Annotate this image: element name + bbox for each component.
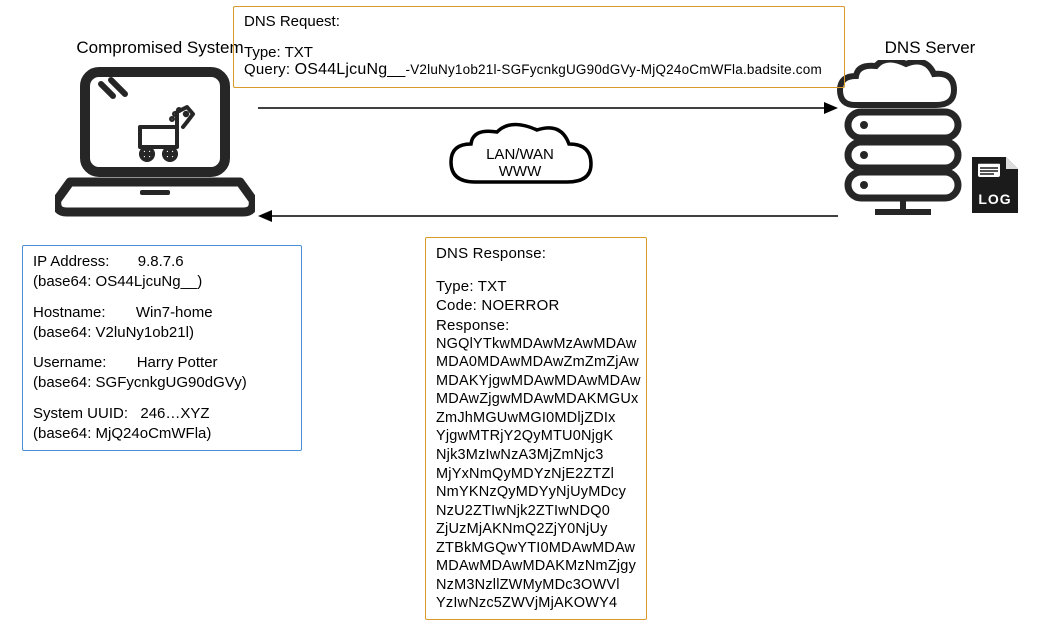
dns-response-code-label: Code: <box>436 297 477 314</box>
host-value: Win7-home <box>136 304 213 321</box>
dns-response-line: MDAKYjgwMDAwMDAwMDAw <box>436 372 636 391</box>
dns-response-line: Njk3MzIwNzA3MjZmNjc3 <box>436 446 636 465</box>
dns-response-type-value: TXT <box>478 278 507 295</box>
user-value: Harry Potter <box>137 354 218 371</box>
dns-request-query-label: Query: <box>244 61 290 78</box>
user-label: Username: <box>33 354 106 371</box>
dns-request-type-value: TXT <box>285 44 313 61</box>
dns-response-box: DNS Response: Type: TXT Code: NOERROR Re… <box>425 237 647 620</box>
host-label: Hostname: <box>33 304 106 321</box>
dns-request-query-line: Query: OS44LjcuNg__-V2luNy1ob21l-SGFycnk… <box>244 61 834 79</box>
dns-response-line: MDA0MDAwMDAwZmZmZjAw <box>436 353 636 372</box>
dns-response-type-line: Type: TXT <box>436 277 636 296</box>
dns-request-type-label: Type: <box>244 44 281 61</box>
dns-request-query-rest: -V2luNy1ob21l-SGFycnkgUG90dGVy-MjQ24oCmW… <box>406 62 822 77</box>
dns-request-box: DNS Request: Type: TXT Query: OS44LjcuNg… <box>233 6 845 88</box>
dns-request-type-line: Type: TXT <box>244 44 834 61</box>
cloud-line2: WWW <box>499 163 541 180</box>
dns-response-line: NmYKNzQyMDYyNjUyMDcy <box>436 483 636 502</box>
cloud-label: LAN/WAN WWW <box>445 146 595 181</box>
response-arrow-icon <box>258 206 838 230</box>
laptop-trojan-icon <box>55 62 255 226</box>
dns-response-line: ZjUzMjAKNmQ2ZjY0NjUy <box>436 520 636 539</box>
dns-request-query-prefix: OS44LjcuNg__ <box>295 61 406 78</box>
log-label: LOG <box>968 191 1022 207</box>
compromised-system-title: Compromised System <box>60 38 260 58</box>
user-b64: (base64: SGFycnkgUG90dGVy) <box>33 373 291 393</box>
dns-server-title: DNS Server <box>850 38 1010 58</box>
dns-response-label: Response: <box>436 316 636 335</box>
uuid-row: System UUID: 246…XYZ <box>33 404 291 424</box>
dns-response-line: MDAwZjgwMDAwMDAKMGUx <box>436 390 636 409</box>
host-row: Hostname: Win7-home <box>33 303 291 323</box>
dns-response-line: ZmJhMGUwMGI0MDljZDIx <box>436 409 636 428</box>
dns-response-line: NGQlYTkwMDAwMzAwMDAw <box>436 335 636 354</box>
host-b64: (base64: V2luNy1ob21l) <box>33 323 291 343</box>
log-file-icon: LOG <box>968 155 1022 219</box>
dns-response-line: NzU2ZTIwNjk2ZTIwNDQ0 <box>436 502 636 521</box>
dns-response-line: ZTBkMGQwYTI0MDAwMDAw <box>436 539 636 558</box>
uuid-b64: (base64: MjQ24oCmWFla) <box>33 424 291 444</box>
ip-value: 9.8.7.6 <box>138 253 184 270</box>
dns-response-code-value: NOERROR <box>481 297 559 314</box>
uuid-value: 246…XYZ <box>140 405 209 422</box>
dns-response-line: MDAwMDAwMDAKMzNmZjgy <box>436 557 636 576</box>
dns-response-code-line: Code: NOERROR <box>436 296 636 315</box>
dns-response-line: NzM3NzllZWMyMDc3OWVl <box>436 576 636 595</box>
dns-response-line: YzIwNzc5ZWVjMjAKOWY4 <box>436 594 636 613</box>
ip-row: IP Address: 9.8.7.6 <box>33 252 291 272</box>
request-arrow-icon <box>258 98 838 122</box>
uuid-label: System UUID: <box>33 405 128 422</box>
dns-response-type-label: Type: <box>436 278 474 295</box>
cloud-line1: LAN/WAN <box>486 146 554 163</box>
dns-response-line: MjYxNmQyMDYzNjE2ZTZl <box>436 465 636 484</box>
ip-b64: (base64: OS44LjcuNg__) <box>33 272 291 292</box>
cloud-icon: LAN/WAN WWW <box>445 122 595 204</box>
dns-response-line: YjgwMTRjY2QyMTU0NjgK <box>436 427 636 446</box>
system-info-box: IP Address: 9.8.7.6 (base64: OS44LjcuNg_… <box>22 245 302 451</box>
dns-request-header: DNS Request: <box>244 13 834 30</box>
dns-response-payload: NGQlYTkwMDAwMzAwMDAwMDA0MDAwMDAwZmZmZjAw… <box>436 335 636 613</box>
user-row: Username: Harry Potter <box>33 353 291 373</box>
dns-response-header: DNS Response: <box>436 244 636 263</box>
ip-label: IP Address: <box>33 253 109 270</box>
